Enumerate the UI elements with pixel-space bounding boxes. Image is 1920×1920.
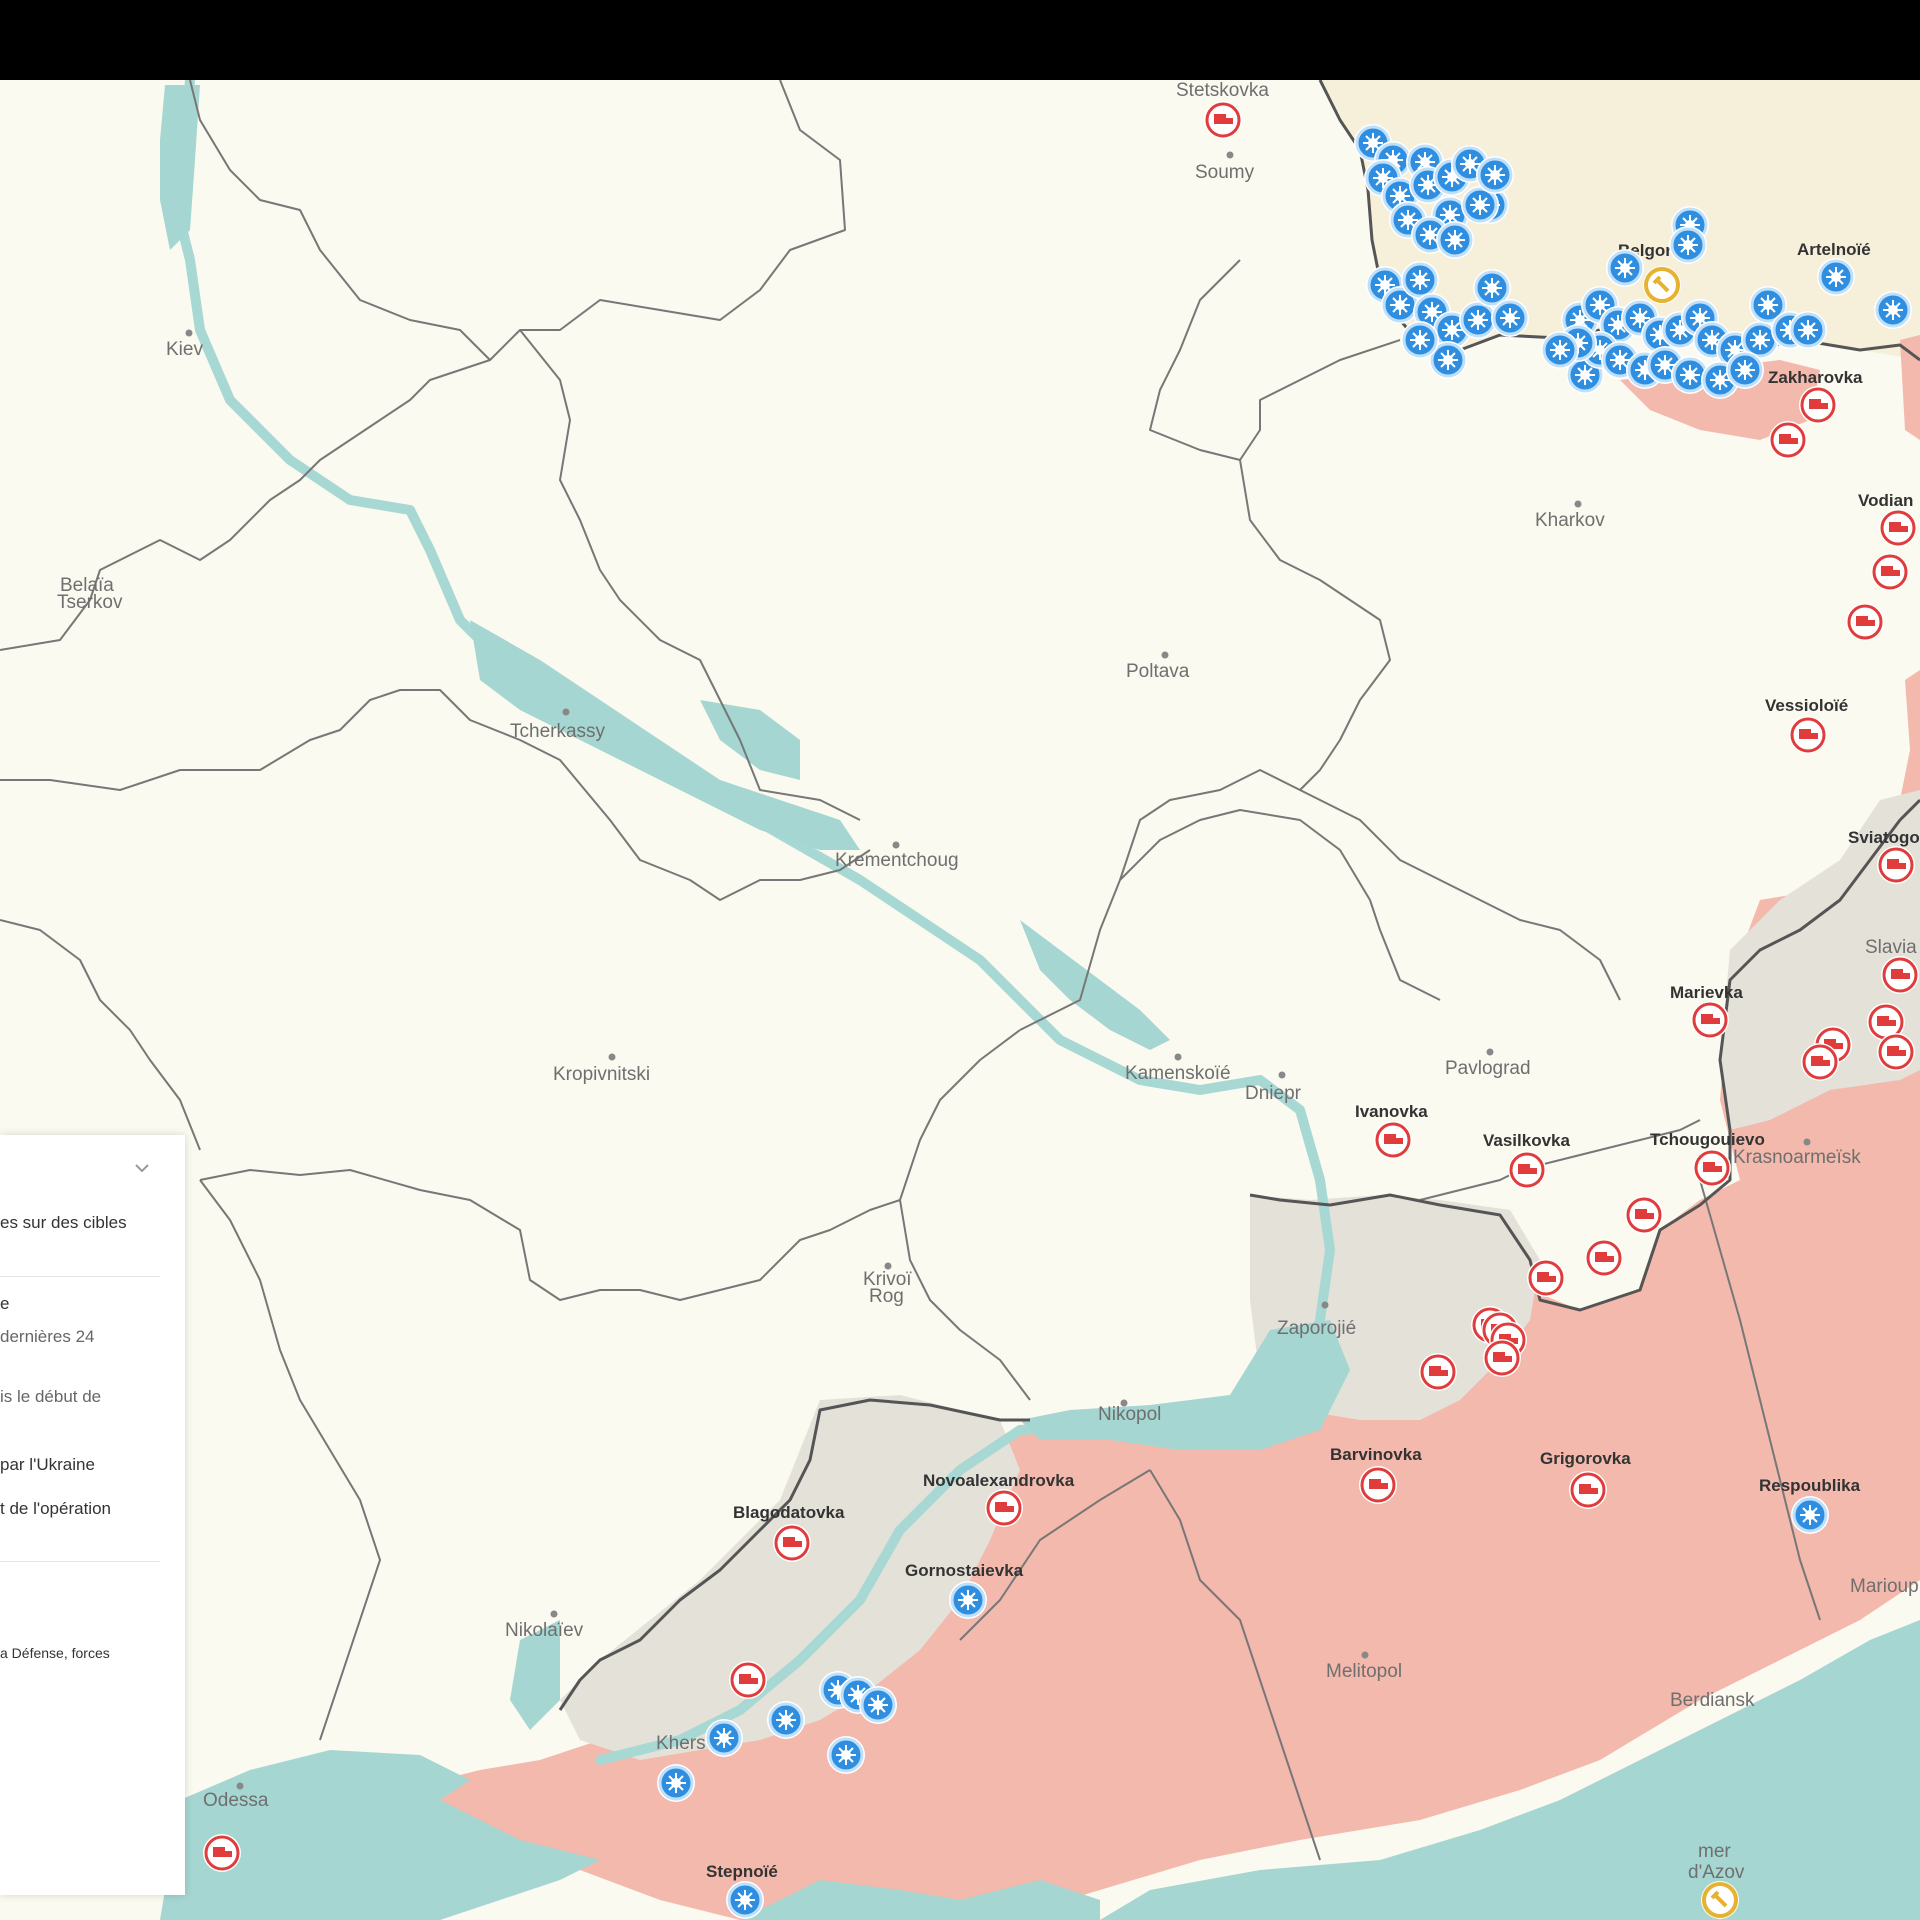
explosion-marker-icon[interactable] <box>1789 311 1827 349</box>
strike-marker-icon[interactable] <box>1693 1149 1731 1187</box>
city-label: Tcherkassy <box>510 721 606 742</box>
explosion-marker-icon[interactable] <box>1791 1496 1829 1534</box>
city-label: Marievka <box>1670 983 1743 1002</box>
city-label: Kamenskoïé <box>1125 1063 1231 1084</box>
strike-marker-icon[interactable] <box>1769 421 1807 459</box>
legend-line: e <box>0 1294 10 1313</box>
legend-line: t de l'opération <box>0 1499 111 1518</box>
strike-marker-icon[interactable] <box>773 1524 811 1562</box>
chevron-down-icon[interactable] <box>133 1159 151 1177</box>
city-label: Rog <box>869 1286 904 1307</box>
city-label: Tserkov <box>57 592 123 613</box>
strike-marker-icon[interactable] <box>203 1834 241 1872</box>
city-label: Pavlograd <box>1445 1058 1531 1079</box>
city-label: Poltava <box>1126 661 1190 682</box>
strike-marker-icon[interactable] <box>985 1489 1023 1527</box>
strike-marker-icon[interactable] <box>1691 1001 1729 1039</box>
legend-divider <box>0 1561 160 1562</box>
city-label: Vodian <box>1858 491 1913 510</box>
city-label: Novoalexandrovka <box>923 1471 1075 1490</box>
strike-marker-icon[interactable] <box>1877 1033 1915 1071</box>
city-label: Dniepr <box>1245 1083 1302 1104</box>
city-label: Gornostaievka <box>905 1561 1024 1580</box>
explosion-marker-icon[interactable] <box>1817 258 1855 296</box>
strike-marker-icon[interactable] <box>1881 956 1919 994</box>
city-label: Stepnoïé <box>706 1862 778 1881</box>
strike-marker-icon[interactable] <box>1483 1339 1521 1377</box>
city-label: Nikolaïev <box>505 1620 584 1641</box>
explosion-marker-icon[interactable] <box>767 1701 805 1739</box>
city-label: Slavia <box>1865 937 1917 958</box>
city-label: Zakharovka <box>1768 368 1863 387</box>
explosion-marker-icon[interactable] <box>705 1719 743 1757</box>
strike-marker-icon[interactable] <box>1508 1151 1546 1189</box>
explosion-marker-icon[interactable] <box>1541 331 1579 369</box>
map[interactable]: Stetskovka Soumy Belgorod Artelnoïé Zakh… <box>0 80 1920 1920</box>
city-label: Vessioloïé <box>1765 696 1848 715</box>
explosion-marker-icon[interactable] <box>1436 221 1474 259</box>
explosion-marker-icon[interactable] <box>1874 291 1912 329</box>
city-label: Sviatogo <box>1848 828 1920 847</box>
explosion-marker-icon[interactable] <box>1476 156 1514 194</box>
city-label: Grigorovka <box>1540 1449 1631 1468</box>
legend-divider <box>0 1276 160 1277</box>
legend-line: a Défense, forces <box>0 1645 110 1661</box>
strike-marker-icon[interactable] <box>1585 1239 1623 1277</box>
strike-marker-icon[interactable] <box>1789 716 1827 754</box>
explosion-marker-icon[interactable] <box>1669 226 1707 264</box>
explosion-marker-icon[interactable] <box>1606 249 1644 287</box>
city-label: Stetskovka <box>1176 80 1269 101</box>
city-label: Artelnoïé <box>1797 240 1871 259</box>
city-label: Marioup <box>1850 1576 1919 1597</box>
city-label: Berdiansk <box>1670 1690 1755 1711</box>
city-label: Zaporojié <box>1277 1318 1356 1339</box>
explosion-marker-icon[interactable] <box>949 1581 987 1619</box>
strike-marker-icon[interactable] <box>1569 1471 1607 1509</box>
city-label: Ivanovka <box>1355 1102 1428 1121</box>
city-label: Melitopol <box>1326 1661 1402 1682</box>
strike-marker-icon[interactable] <box>1846 603 1884 641</box>
city-label: mer <box>1698 1841 1731 1862</box>
city-label: Nikopol <box>1098 1404 1161 1425</box>
strike-marker-icon[interactable] <box>1374 1121 1412 1159</box>
legend-line: is le début de <box>0 1387 102 1406</box>
strike-marker-icon[interactable] <box>1877 846 1915 884</box>
city-label: Krementchoug <box>835 850 959 871</box>
city-label: Vasilkovka <box>1483 1131 1571 1150</box>
city-label: Blagodatovka <box>733 1503 845 1522</box>
explosion-marker-icon[interactable] <box>1491 299 1529 337</box>
strike-marker-icon[interactable] <box>1799 386 1837 424</box>
legend-line: par l'Ukraine <box>0 1455 95 1474</box>
explosion-marker-icon[interactable] <box>1401 321 1439 359</box>
legend-line: dernières 24 <box>0 1327 95 1346</box>
strike-marker-icon[interactable] <box>1527 1259 1565 1297</box>
explosion-marker-icon[interactable] <box>859 1686 897 1724</box>
city-label: Kharkov <box>1535 510 1605 531</box>
city-label: Respoublika <box>1759 1476 1861 1495</box>
explosion-marker-icon[interactable] <box>726 1881 764 1919</box>
city-label: d'Azov <box>1688 1862 1745 1883</box>
city-label: Odessa <box>203 1790 269 1811</box>
explosion-marker-icon[interactable] <box>657 1764 695 1802</box>
city-label: Kropivnitski <box>553 1064 650 1085</box>
special-marker-icon[interactable] <box>1643 266 1681 304</box>
strike-marker-icon[interactable] <box>1359 1466 1397 1504</box>
legend-panel[interactable]: es sur des cibles e dernières 24 is le d… <box>0 1135 185 1895</box>
city-label: Krasnoarmeïsk <box>1733 1147 1861 1168</box>
strike-marker-icon[interactable] <box>1419 1353 1457 1391</box>
city-label: Kiev <box>166 339 203 360</box>
city-label: Barvinovka <box>1330 1445 1422 1464</box>
strike-marker-icon[interactable] <box>729 1661 767 1699</box>
legend-line: es sur des cibles <box>0 1213 127 1232</box>
strike-marker-icon[interactable] <box>1204 101 1242 139</box>
city-label: Soumy <box>1195 162 1255 183</box>
explosion-marker-icon[interactable] <box>1726 351 1764 389</box>
strike-marker-icon[interactable] <box>1801 1043 1839 1081</box>
strike-marker-icon[interactable] <box>1625 1196 1663 1234</box>
strike-marker-icon[interactable] <box>1871 553 1909 591</box>
top-black-bar <box>0 0 1920 80</box>
explosion-marker-icon[interactable] <box>827 1736 865 1774</box>
strike-marker-icon[interactable] <box>1879 509 1917 547</box>
special-marker-icon[interactable] <box>1701 1881 1739 1919</box>
